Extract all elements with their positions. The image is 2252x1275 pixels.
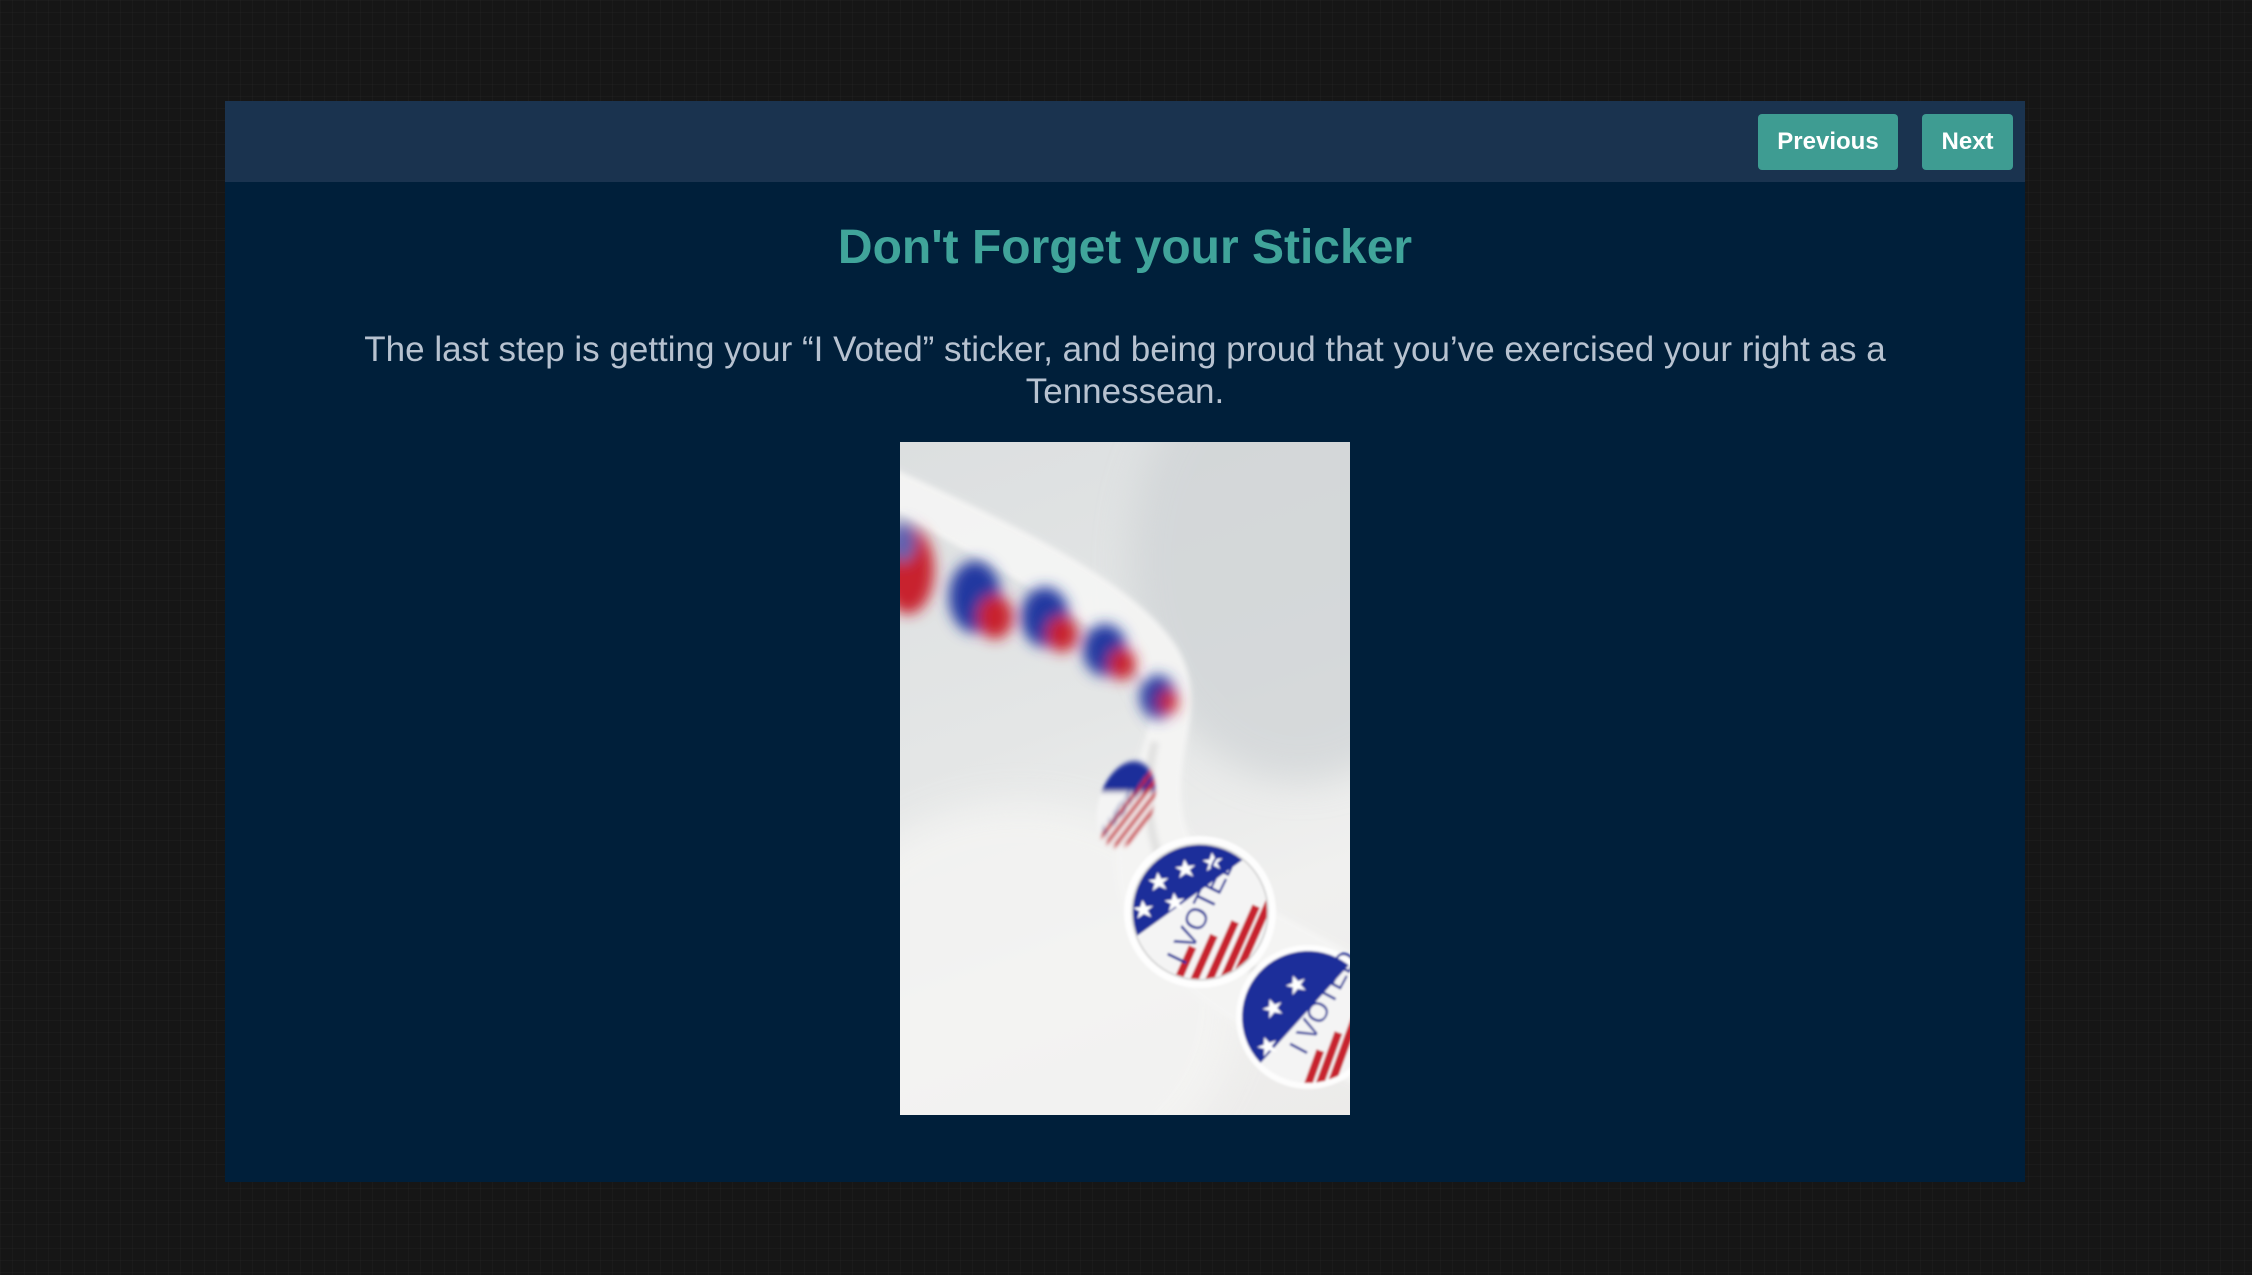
next-button[interactable]: Next [1922, 114, 2013, 170]
sticker-roll-image: I VOTED I VOTED I VOTED [900, 442, 1350, 1115]
slide-toolbar: Previous Next [225, 101, 2025, 182]
slide-title: Don't Forget your Sticker [837, 221, 1413, 274]
voted-stickers-photo: I VOTED I VOTED I VOTED [900, 442, 1350, 1115]
slide-body-text: The last step is getting your “I Voted” … [364, 330, 1886, 411]
slide-card: Previous Next Don't Forget your Sticker … [225, 101, 2025, 1182]
previous-button[interactable]: Previous [1758, 114, 1898, 170]
